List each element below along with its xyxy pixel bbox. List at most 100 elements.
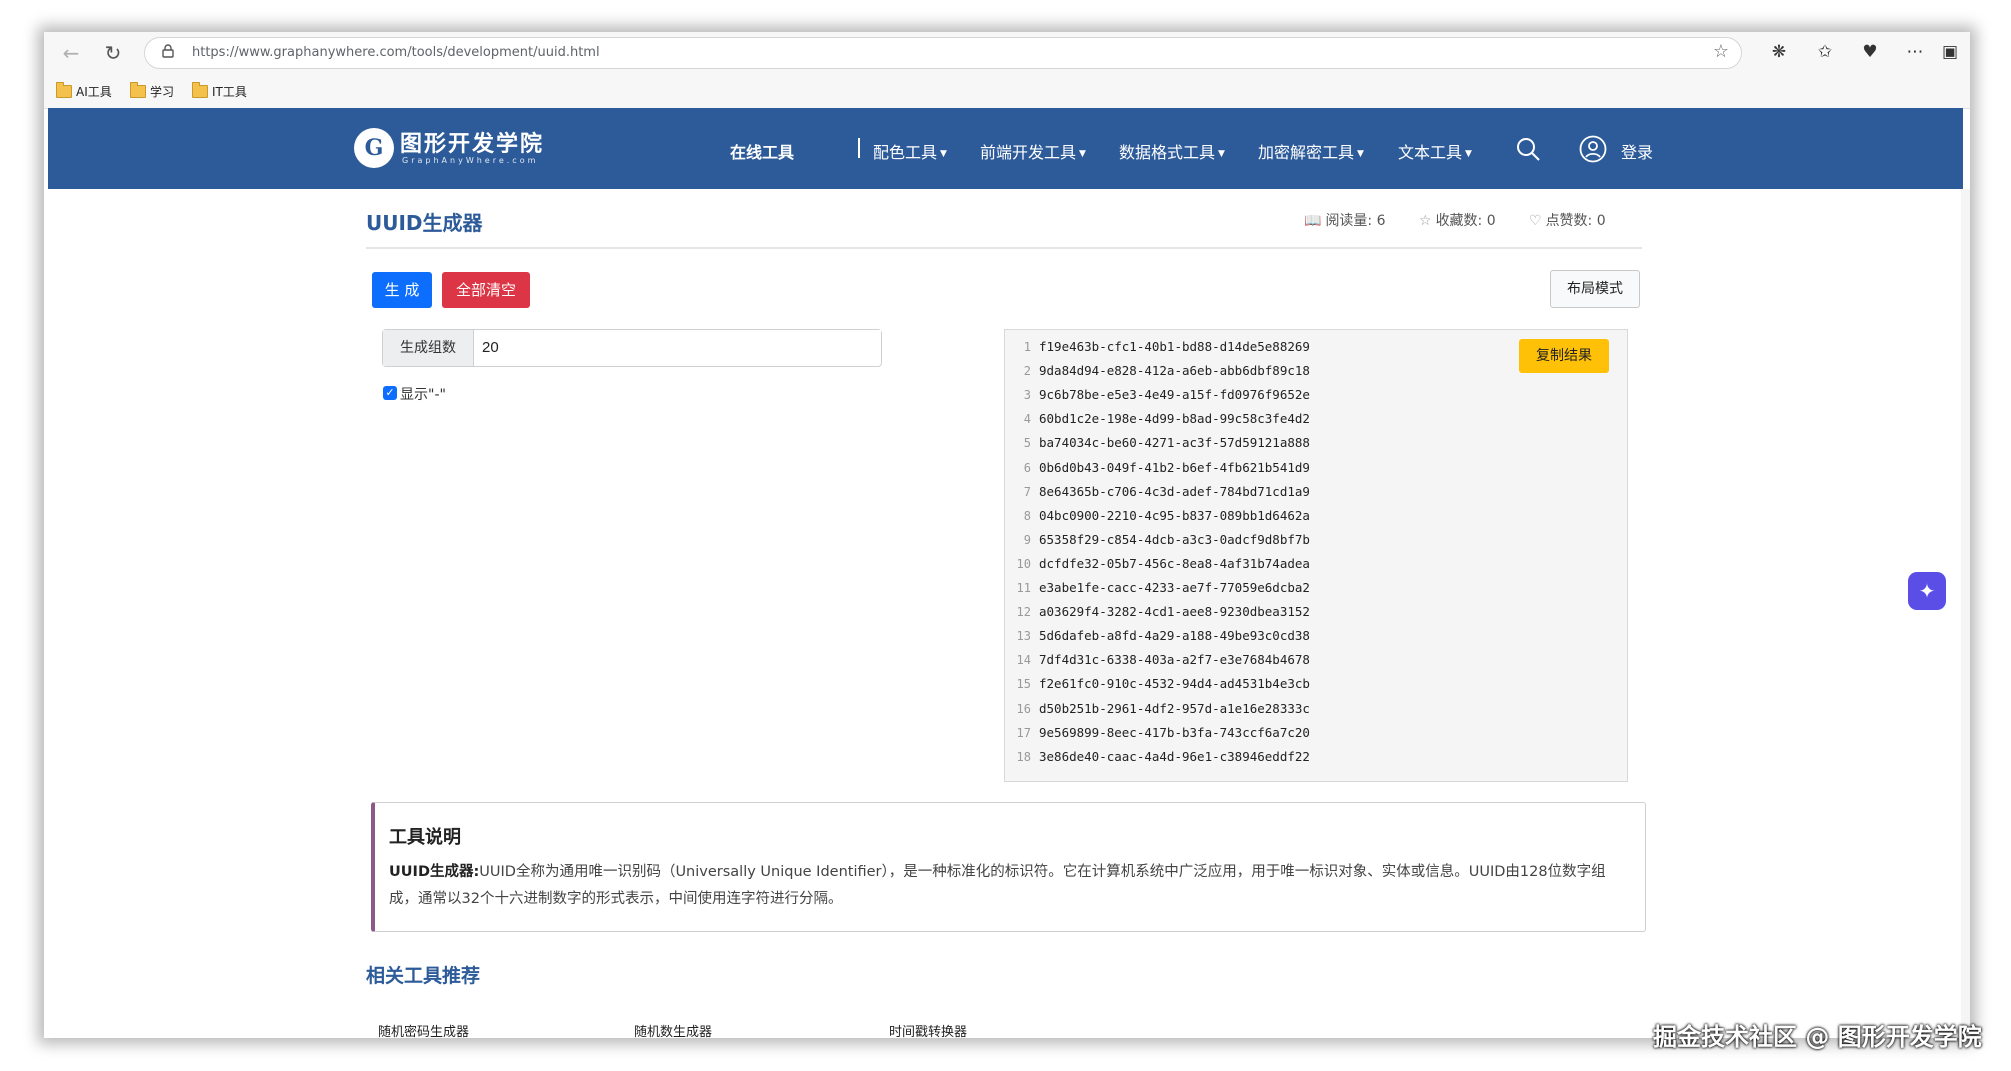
line-number: 1 bbox=[1023, 340, 1031, 354]
description-title: 工具说明 bbox=[389, 827, 461, 848]
result-line: 18 3e86de40-caac-4a4d-96e1-c38946eddf22 bbox=[1005, 744, 1310, 768]
reload-icon[interactable]: ↻ bbox=[100, 40, 126, 66]
site-name[interactable]: 图形开发学院 bbox=[400, 126, 544, 158]
user-avatar-icon[interactable] bbox=[1579, 135, 1607, 163]
line-number: 18 bbox=[1016, 749, 1031, 764]
result-line: 11 e3abe1fe-cacc-4233-ae7f-77059e6dcba2 bbox=[1005, 575, 1310, 599]
line-number: 2 bbox=[1023, 364, 1031, 379]
line-number: 12 bbox=[1016, 605, 1031, 620]
read-count: 📖 阅读量: 6 bbox=[1304, 213, 1386, 229]
bookmark-study[interactable]: 学习 bbox=[130, 82, 174, 100]
line-number: 3 bbox=[1023, 388, 1031, 403]
line-number: 11 bbox=[1016, 581, 1031, 595]
favorite-star-icon[interactable]: ☆ bbox=[1713, 41, 1729, 62]
uuid-value: 8e64365b-c706-4c3d-adef-784bd71cd1a9 bbox=[1039, 483, 1310, 499]
related-tool-item[interactable]: 时间戳转换器 bbox=[889, 1021, 967, 1038]
uuid-value: 9da84d94-e828-412a-a6eb-abb6dbf89c18 bbox=[1039, 363, 1310, 379]
result-line: 16 d50b251b-2961-4df2-957d-a1e16e28333c bbox=[1005, 696, 1310, 720]
login-link[interactable]: 登录 bbox=[1621, 139, 1653, 163]
uuid-value: 0b6d0b43-049f-41b2-b6ef-4fb621b541d9 bbox=[1039, 459, 1310, 475]
result-editor[interactable]: 1 f19e463b-cfc1-40b1-bd88-d14de5e88269 2 9d… bbox=[1004, 329, 1628, 782]
caret-down-icon: ▼ bbox=[940, 149, 947, 159]
show-dash-label[interactable]: 显示"-" bbox=[400, 384, 446, 404]
uuid-value: 3e86de40-caac-4a4d-96e1-c38946eddf22 bbox=[1039, 748, 1310, 764]
caret-down-icon: ▼ bbox=[1465, 149, 1472, 159]
line-number: 4 bbox=[1023, 412, 1031, 427]
uuid-value: f19e463b-cfc1-40b1-bd88-d14de5e88269 bbox=[1039, 339, 1310, 354]
uuid-value: 04bc0900-2210-4c95-b837-089bb1d6462a bbox=[1039, 507, 1310, 523]
nav-text-tools[interactable]: 文本工具 ▼ bbox=[1398, 139, 1472, 163]
result-line: 8 04bc0900-2210-4c95-b837-089bb1d6462a bbox=[1005, 503, 1310, 527]
line-number: 7 bbox=[1023, 484, 1031, 499]
favorite-count[interactable]: ☆ 收藏数: 0 bbox=[1419, 210, 1496, 230]
bookmark-it-tools[interactable]: IT工具 bbox=[192, 82, 247, 100]
watermark-text: 掘金技术社区 @ 图形开发学院 bbox=[1653, 1023, 1982, 1051]
tool-description: 工具说明 UUID生成器:UUID全称为通用唯一识别码（Universally … bbox=[371, 802, 1646, 932]
result-line: 13 5d6dafeb-a8fd-4a29-a188-49be93c0cd38 bbox=[1005, 623, 1310, 647]
uuid-value: a03629f4-3282-4cd1-aee8-9230dbea3152 bbox=[1039, 604, 1310, 620]
related-tool-item[interactable]: 随机数生成器 bbox=[634, 1021, 712, 1038]
result-line: 5 ba74034c-be60-4271-ac3f-57d59121a888 bbox=[1005, 430, 1310, 454]
extensions-icon[interactable]: ❋ bbox=[1768, 41, 1790, 63]
caret-down-icon: ▼ bbox=[1357, 149, 1364, 159]
sidebar-toggle-icon[interactable]: ▣ bbox=[1939, 41, 1961, 63]
copy-result-button[interactable]: 复制结果 bbox=[1519, 339, 1609, 373]
uuid-value: 65358f29-c854-4dcb-a3c3-0adcf9d8bf7b bbox=[1039, 531, 1310, 547]
address-bar[interactable]: https://www.graphanywhere.com/tools/deve… bbox=[144, 37, 1742, 69]
more-options-icon[interactable]: ⋯ bbox=[1904, 41, 1926, 63]
heart-icon: ♡ bbox=[1529, 213, 1542, 229]
page-title: UUID生成器 bbox=[366, 211, 483, 235]
uuid-value: 9e569899-8eec-417b-b3fa-743ccf6a7c20 bbox=[1039, 724, 1310, 740]
back-arrow-icon[interactable]: ← bbox=[58, 40, 84, 66]
layout-mode-button[interactable]: 布局模式 bbox=[1550, 270, 1640, 308]
line-number: 17 bbox=[1016, 725, 1031, 740]
line-number: 14 bbox=[1016, 653, 1031, 668]
uuid-value: 5d6dafeb-a8fd-4a29-a188-49be93c0cd38 bbox=[1039, 628, 1310, 644]
folder-icon bbox=[192, 82, 208, 98]
favorites-icon[interactable]: ✩ bbox=[1814, 41, 1836, 63]
uuid-value: e3abe1fe-cacc-4233-ae7f-77059e6dcba2 bbox=[1039, 580, 1310, 595]
result-line: 7 8e64365b-c706-4c3d-adef-784bd71cd1a9 bbox=[1005, 479, 1310, 503]
nav-frontend-tools[interactable]: 前端开发工具 ▼ bbox=[980, 139, 1086, 163]
nav-color-tools[interactable]: 配色工具 ▼ bbox=[873, 139, 947, 163]
line-number: 13 bbox=[1016, 629, 1031, 644]
uuid-value: dcfdfe32-05b7-456c-8ea8-4af31b74adea bbox=[1039, 555, 1310, 571]
bookmark-ai-tools[interactable]: AI工具 bbox=[56, 82, 112, 100]
uuid-value: 9c6b78be-e5e3-4e49-a15f-fd0976f9652e bbox=[1039, 387, 1310, 403]
folder-icon bbox=[130, 82, 146, 98]
result-line: 4 60bd1c2e-198e-4d99-b8ad-99c58c3fe4d2 bbox=[1005, 406, 1310, 430]
result-line: 2 9da84d94-e828-412a-a6eb-abb6dbf89c18 bbox=[1005, 358, 1310, 382]
line-number: 15 bbox=[1016, 677, 1031, 692]
line-number: 6 bbox=[1023, 460, 1031, 475]
generate-button[interactable]: 生 成 bbox=[372, 272, 432, 308]
site-logo-icon[interactable]: G bbox=[354, 128, 394, 168]
related-tool-item[interactable]: 随机密码生成器 bbox=[378, 1021, 469, 1038]
browser-window: ← ↻ https://www.graphanywhere.com/tools/… bbox=[44, 32, 1970, 1038]
like-count[interactable]: ♡ 点赞数: 0 bbox=[1529, 210, 1606, 230]
nav-data-format-tools[interactable]: 数据格式工具 ▼ bbox=[1119, 139, 1225, 163]
line-number: 9 bbox=[1023, 532, 1031, 547]
uuid-value: 60bd1c2e-198e-4d99-b8ad-99c58c3fe4d2 bbox=[1039, 411, 1310, 427]
caret-down-icon: ▼ bbox=[1079, 149, 1086, 159]
result-line: 9 65358f29-c854-4dcb-a3c3-0adcf9d8bf7b bbox=[1005, 527, 1310, 551]
count-input[interactable] bbox=[474, 330, 881, 364]
caret-down-icon: ▼ bbox=[1218, 149, 1225, 159]
clear-all-button[interactable]: 全部清空 bbox=[442, 272, 530, 308]
uuid-value: d50b251b-2961-4df2-957d-a1e16e28333c bbox=[1039, 700, 1310, 716]
line-number: 10 bbox=[1016, 556, 1031, 571]
site-subtitle: GraphAnyWhere.com bbox=[402, 156, 539, 165]
show-dash-checkbox[interactable]: ✓ bbox=[383, 386, 397, 400]
search-icon[interactable] bbox=[1515, 136, 1541, 162]
result-line: 12 a03629f4-3282-4cd1-aee8-9230dbea3152 bbox=[1005, 599, 1310, 623]
result-line: 15 f2e61fc0-910c-4532-94d4-ad4531b4e3cb bbox=[1005, 671, 1310, 695]
assistant-icon[interactable]: ✦ bbox=[1908, 572, 1946, 610]
line-number: 5 bbox=[1023, 436, 1031, 451]
nav-online-tools[interactable]: 在线工具 bbox=[730, 139, 794, 163]
line-number: 16 bbox=[1016, 701, 1031, 716]
result-line: 10 dcfdfe32-05b7-456c-8ea8-4af31b74adea bbox=[1005, 551, 1310, 575]
browser-essentials-icon[interactable]: ♥ bbox=[1859, 41, 1881, 63]
result-line: 6 0b6d0b43-049f-41b2-b6ef-4fb621b541d9 bbox=[1005, 455, 1310, 479]
nav-crypto-tools[interactable]: 加密解密工具 ▼ bbox=[1258, 139, 1364, 163]
browser-toolbar: ← ↻ https://www.graphanywhere.com/tools/… bbox=[44, 32, 1970, 74]
page-scrollbar[interactable] bbox=[1961, 189, 1970, 1038]
